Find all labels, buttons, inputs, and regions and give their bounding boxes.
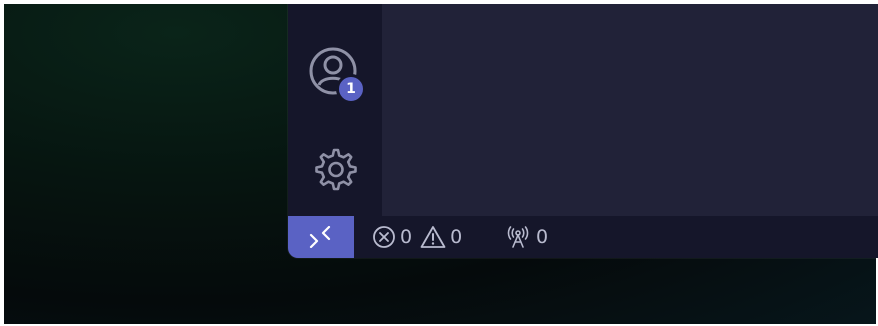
activity-bar: 1 — [288, 4, 382, 216]
settings-button[interactable] — [308, 144, 360, 196]
problems-indicator[interactable]: 0 0 — [372, 216, 470, 258]
error-circle-icon — [373, 226, 395, 248]
warnings-count: 0 — [450, 226, 463, 248]
status-bar: 0 0 0 — [288, 216, 878, 258]
accounts-badge: 1 — [336, 74, 366, 104]
remote-indicator-button[interactable] — [288, 216, 354, 258]
editor-window: 1 0 0 0 — [288, 4, 878, 258]
remote-indicator-icon — [309, 226, 331, 248]
editor-area[interactable] — [382, 4, 878, 216]
frame-left-strip — [0, 0, 4, 326]
warning-triangle-icon — [420, 226, 446, 248]
broadcast-antenna-icon — [507, 226, 529, 248]
gear-icon — [315, 148, 357, 191]
errors-count: 0 — [400, 226, 413, 248]
ports-indicator[interactable]: 0 — [506, 216, 548, 258]
ports-count: 0 — [536, 226, 549, 248]
